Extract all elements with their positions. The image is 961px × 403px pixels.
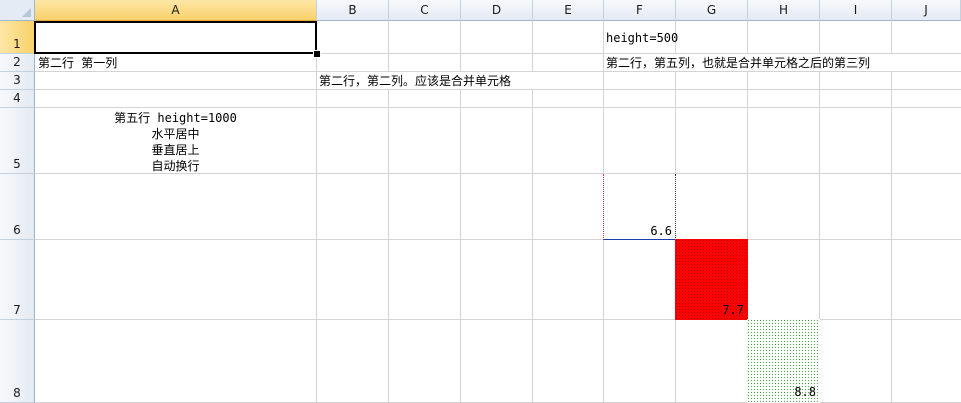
row-header-8[interactable]: 8 bbox=[0, 320, 35, 403]
cell-a5[interactable]: 第五行 height=1000 水平居中 垂直居上 自动换行 bbox=[35, 111, 316, 173]
gridline bbox=[35, 319, 961, 320]
row-header-6[interactable]: 6 bbox=[0, 174, 35, 240]
cell-f2[interactable]: 第二行，第五列，也就是合并单元格之后的第三列 bbox=[606, 56, 870, 72]
gridline bbox=[35, 173, 961, 174]
cell-h8-value: 8.8 bbox=[794, 385, 816, 399]
cell-a5-line-2: 水平居中 bbox=[151, 127, 200, 141]
column-header-a[interactable]: A bbox=[35, 0, 317, 21]
cell-a5-line-3: 垂直居上 bbox=[151, 143, 200, 157]
cell-a2[interactable]: 第二行 第一列 bbox=[38, 56, 117, 72]
column-header-f[interactable]: F bbox=[604, 0, 676, 21]
select-all-corner[interactable] bbox=[0, 0, 35, 21]
column-header-d[interactable]: D bbox=[461, 0, 533, 21]
cell-b3-text: 第二行，第二列。应该是合并单元格 bbox=[319, 74, 512, 88]
row-header-7[interactable]: 7 bbox=[0, 240, 35, 320]
column-header-g[interactable]: G bbox=[676, 0, 748, 21]
row-header-2[interactable]: 2 bbox=[0, 54, 35, 72]
cell-f1[interactable]: height=500 bbox=[606, 31, 678, 47]
fill-handle[interactable] bbox=[313, 50, 321, 58]
gridline bbox=[891, 21, 892, 403]
column-header-j[interactable]: J bbox=[892, 0, 961, 21]
column-header-i[interactable]: I bbox=[820, 0, 892, 21]
cell-a5-line-4: 自动换行 bbox=[151, 159, 200, 173]
row-header-3[interactable]: 3 bbox=[0, 72, 35, 90]
active-cell-a1[interactable] bbox=[34, 21, 317, 54]
cell-f6-value: 6.6 bbox=[650, 224, 672, 238]
column-header-e[interactable]: E bbox=[533, 0, 604, 21]
cell-a5-line-1: 第五行 height=1000 bbox=[114, 111, 237, 125]
row-header-5[interactable]: 5 bbox=[0, 108, 35, 174]
gridline bbox=[35, 107, 961, 108]
spreadsheet-grid[interactable]: A B C D E F G H I J 1 2 3 4 5 6 7 8 heig… bbox=[0, 0, 961, 403]
row-header-4[interactable]: 4 bbox=[0, 90, 35, 108]
column-header-h[interactable]: H bbox=[748, 0, 820, 21]
gridline bbox=[35, 239, 961, 240]
column-header-b[interactable]: B bbox=[317, 0, 389, 21]
select-all-triangle-icon bbox=[22, 8, 31, 17]
column-header-c[interactable]: C bbox=[389, 0, 461, 21]
row-header-1[interactable]: 1 bbox=[0, 21, 35, 54]
cell-g7-value: 7.7 bbox=[722, 303, 744, 317]
